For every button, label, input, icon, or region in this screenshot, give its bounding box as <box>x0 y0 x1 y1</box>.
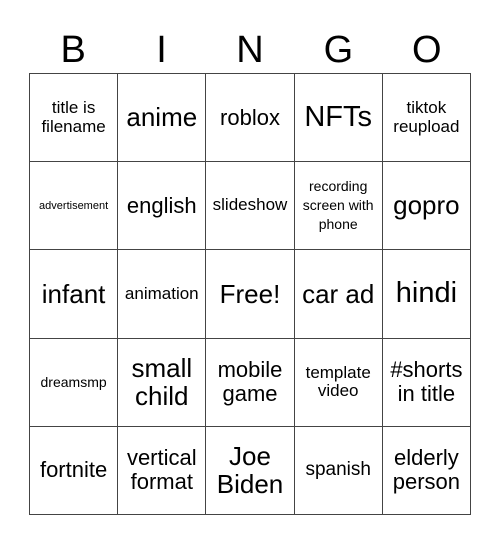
bingo-cell[interactable]: fortnite <box>30 426 119 515</box>
bingo-cell[interactable]: Free! <box>206 250 295 339</box>
bingo-cell[interactable]: car ad <box>294 250 383 339</box>
bingo-cell[interactable]: gopro <box>382 162 471 251</box>
bingo-cell[interactable]: NFTs <box>294 74 383 163</box>
bingo-cell[interactable]: roblox <box>206 74 295 163</box>
bingo-cell[interactable]: recording screen with phone <box>294 162 383 251</box>
bingo-cell[interactable]: template video <box>294 338 383 427</box>
header-letter-b: B <box>60 29 86 71</box>
bingo-cell[interactable]: #shorts in title <box>382 338 471 427</box>
bingo-cell[interactable]: english <box>118 162 207 251</box>
bingo-cell[interactable]: advertisement <box>30 162 119 251</box>
bingo-cell[interactable]: spanish <box>294 426 383 515</box>
bingo-cell[interactable]: hindi <box>382 250 471 339</box>
header-letter-n: N <box>236 29 264 71</box>
bingo-cell[interactable]: infant <box>30 250 119 339</box>
bingo-cell[interactable]: dreamsmp <box>30 338 119 427</box>
bingo-cell[interactable]: elderly person <box>382 426 471 515</box>
header-letter-i: I <box>156 29 167 71</box>
header-letter-g: G <box>323 29 354 71</box>
bingo-grid: title is filename anime roblox NFTs tiktok r… <box>29 73 471 515</box>
bingo-cell[interactable]: vertical format <box>118 426 207 515</box>
bingo-cell[interactable]: small child <box>118 338 207 427</box>
bingo-cell[interactable]: Joe Biden <box>206 426 295 515</box>
bingo-cell[interactable]: tiktok reupload <box>382 74 471 163</box>
bingo-cell[interactable]: title is filename <box>30 74 119 163</box>
bingo-cell[interactable]: anime <box>118 74 207 163</box>
bingo-cell[interactable]: mobile game <box>206 338 295 427</box>
bingo-cell[interactable]: animation <box>118 250 207 339</box>
bingo-cell[interactable]: slideshow <box>206 162 295 251</box>
header-letter-o: O <box>411 29 442 71</box>
bingo-header: B I N G O <box>29 26 471 74</box>
